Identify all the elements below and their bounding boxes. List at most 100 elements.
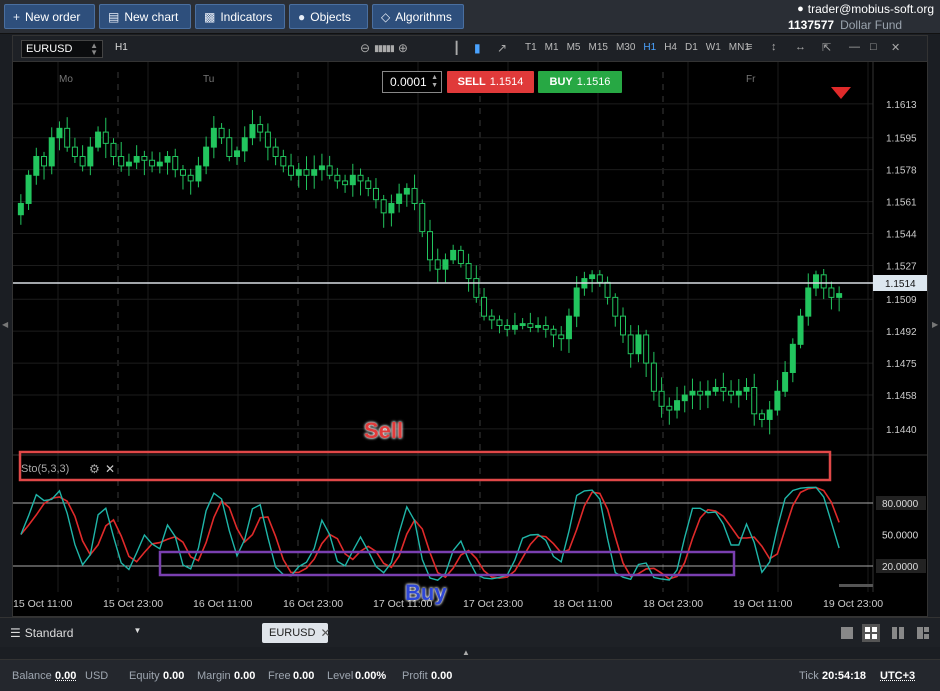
candle-body: [396, 193, 403, 204]
candle-body: [311, 169, 318, 176]
equity-value: 0.00: [163, 670, 185, 682]
tab-tf-w1[interactable]: W1: [706, 42, 721, 53]
price-tick-label: 1.1458: [886, 391, 917, 402]
workspace-select[interactable]: ☰ Standard ▼: [10, 626, 141, 640]
tab-tf-m30[interactable]: M30: [616, 42, 635, 53]
candle-type-icon[interactable]: ▮: [474, 41, 481, 55]
candle-body: [666, 405, 673, 411]
candle-body: [33, 156, 40, 176]
tab-tf-t1[interactable]: T1: [525, 42, 537, 53]
timezone-select[interactable]: UTC+3: [880, 670, 915, 682]
candles: [17, 110, 843, 435]
line-type-icon[interactable]: ↗: [497, 41, 507, 55]
spinner-icon[interactable]: ▲ ▼: [431, 74, 438, 90]
scale-horizontal-icon[interactable]: ↔: [795, 41, 806, 53]
close-icon[interactable]: ✕: [891, 41, 900, 54]
symbol-select[interactable]: EURUSD ▲ ▼: [21, 40, 103, 58]
time-tick-label: 19 Oct 11:00: [733, 598, 793, 610]
bar-type-icon[interactable]: ┃: [453, 41, 460, 55]
chart-tab-eurusd[interactable]: EURUSD ✕: [262, 623, 331, 643]
tab-tf-m1[interactable]: M1: [545, 42, 559, 53]
lot-size-input[interactable]: 0.0001 ▲ ▼: [382, 71, 442, 93]
candle-body: [643, 334, 650, 364]
account-info[interactable]: ● trader@mobius-soft.org 1137577 Dollar …: [786, 1, 934, 33]
indicator-label: Sto(5,3,3): [21, 463, 69, 475]
sell-annotation: Sell: [364, 418, 404, 443]
right-panel-arrow-icon[interactable]: ▶: [932, 320, 938, 329]
zoom-in-icon[interactable]: ⊕: [398, 41, 408, 55]
indicators-button[interactable]: ▩ Indicators: [195, 4, 285, 29]
candle-body: [434, 259, 441, 270]
margin-label: Margin: [197, 670, 231, 682]
objects-button[interactable]: ● Objects: [289, 4, 368, 29]
buy-button[interactable]: BUY 1.1516: [538, 71, 622, 93]
level-label: Level: [327, 670, 354, 682]
zoom-out-icon[interactable]: ⊖: [360, 41, 370, 55]
buy-annotation: Buy: [405, 580, 447, 605]
collapse-panel-icon[interactable]: ▲: [462, 648, 470, 657]
candle-body: [789, 343, 796, 373]
candle-body: [812, 274, 819, 289]
layout-rows-icon[interactable]: [914, 624, 932, 642]
day-label-mo: Mo: [59, 74, 73, 85]
sell-button[interactable]: SELL 1.1514: [447, 71, 534, 93]
tab-tf-m15[interactable]: M15: [588, 42, 607, 53]
candle-body: [635, 334, 642, 355]
candle-body: [288, 165, 295, 176]
tab-tf-d1[interactable]: D1: [685, 42, 698, 53]
candle-body: [774, 390, 781, 411]
margin-value: 0.00: [234, 670, 256, 682]
scale-vertical-icon[interactable]: ↕: [771, 41, 777, 53]
candle-body: [573, 287, 580, 317]
fit-icon[interactable]: ≡: [746, 41, 752, 53]
candle-body: [326, 165, 333, 176]
popout-icon[interactable]: ⇱: [822, 41, 831, 54]
zoom-control[interactable]: ⊖ ▮▮▮▮▮ ⊕: [360, 41, 408, 55]
candle-body: [558, 334, 565, 340]
candle-body: [496, 319, 503, 327]
candle-body: [488, 315, 495, 321]
new-order-button[interactable]: + New order: [4, 4, 95, 29]
candle-body: [102, 131, 109, 144]
tab-tf-h1[interactable]: H1: [643, 42, 656, 53]
objects-icon: ●: [298, 9, 306, 24]
chart-window: EURUSD ▲ ▼ H1 ⊖ ▮▮▮▮▮ ⊕ ┃ ▮ ↗ T1 M1 M5 M1…: [12, 35, 928, 617]
tab-tf-m5[interactable]: M5: [567, 42, 581, 53]
profit-label: Profit: [402, 670, 428, 682]
tab-tf-h4[interactable]: H4: [664, 42, 677, 53]
candle-body: [535, 325, 542, 328]
day-label-fr: Fr: [746, 74, 756, 85]
price-tick-label: 1.1527: [886, 261, 917, 272]
chart-toolbar: EURUSD ▲ ▼ H1 ⊖ ▮▮▮▮▮ ⊕ ┃ ▮ ↗ T1 M1 M5 M1…: [13, 36, 927, 62]
time-tick-label: 16 Oct 23:00: [283, 598, 343, 610]
indicator-close-icon: ✕: [105, 462, 115, 476]
zoom-slider[interactable]: ▮▮▮▮▮: [374, 43, 395, 54]
candle-body: [195, 165, 202, 182]
new-chart-button[interactable]: ▤ New chart: [99, 4, 191, 29]
candle-body: [758, 413, 765, 420]
candle-body: [828, 287, 835, 298]
candle-body: [411, 187, 418, 204]
algorithms-button[interactable]: ◇ Algorithms: [372, 4, 464, 29]
candle-body: [372, 187, 379, 201]
layout-grid-icon[interactable]: [862, 624, 880, 642]
tab-close-icon[interactable]: ✕: [320, 626, 330, 640]
chart-canvas[interactable]: 1.1613 1.1595 1.1578 1.1561 1.1544 1.1527 1.15…: [13, 62, 927, 616]
sell-zone-box: [18, 450, 832, 482]
candle-body: [519, 323, 526, 327]
left-panel-arrow-icon[interactable]: ◀: [2, 320, 8, 329]
candle-body: [357, 174, 364, 182]
layout-single-icon[interactable]: [838, 624, 856, 642]
minimize-icon[interactable]: —: [849, 41, 860, 53]
maximize-icon[interactable]: □: [870, 41, 877, 53]
balance-value[interactable]: 0.00: [55, 670, 76, 682]
stoch-level-label: 50.0000: [882, 531, 919, 542]
candle-body: [25, 174, 32, 204]
status-bar: Balance 0.00 USD Equity 0.00 Margin 0.00…: [0, 659, 940, 691]
candle-body: [48, 137, 55, 167]
layout-columns-icon[interactable]: [889, 624, 907, 642]
chevron-down-icon: ▼: [133, 626, 142, 635]
menu-icon: ☰: [10, 626, 21, 640]
candle-body: [249, 124, 256, 139]
candle-body: [64, 127, 71, 148]
